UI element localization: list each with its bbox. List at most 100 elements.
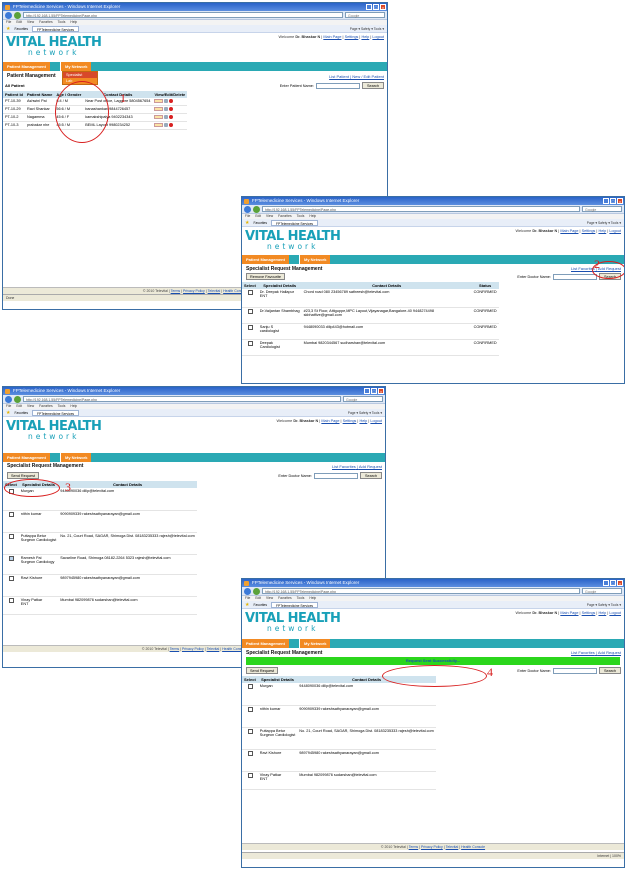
menu-file[interactable]: File bbox=[6, 404, 11, 409]
minimize-button[interactable]: _ bbox=[603, 580, 609, 586]
select-checkbox[interactable] bbox=[248, 340, 253, 346]
link-settings[interactable]: Settings bbox=[582, 611, 596, 615]
select-checkbox[interactable] bbox=[9, 597, 14, 603]
search-box[interactable]: Google bbox=[343, 396, 383, 402]
forward-button[interactable] bbox=[14, 11, 21, 19]
minimize-button[interactable]: _ bbox=[364, 388, 370, 394]
nav-patient-management[interactable]: Patient Management bbox=[3, 62, 50, 71]
browser-tab[interactable]: FPTelemedicine Services bbox=[32, 25, 80, 32]
select-checkbox[interactable] bbox=[248, 308, 253, 314]
link-settings[interactable]: Settings bbox=[582, 229, 596, 233]
favorites-star-icon[interactable]: ★ bbox=[245, 602, 249, 608]
minimize-button[interactable]: _ bbox=[603, 198, 609, 204]
search-box[interactable]: Google bbox=[582, 588, 622, 594]
forward-button[interactable] bbox=[253, 205, 260, 213]
maximize-button[interactable]: □ bbox=[610, 198, 616, 204]
search-box[interactable]: Google bbox=[345, 12, 385, 18]
link-main-page[interactable]: Main Page bbox=[323, 35, 341, 39]
menu-help[interactable]: Help bbox=[309, 596, 316, 601]
command-bar[interactable]: Page ▾ Safety ▾ Tools ▾ bbox=[348, 411, 382, 415]
nav-patient-management[interactable]: Patient Management bbox=[3, 453, 50, 462]
menu-edit[interactable]: Edit bbox=[16, 20, 22, 25]
browser-tab[interactable]: FPTelemedicine Services bbox=[271, 601, 319, 608]
favorites-label[interactable]: Favorites bbox=[14, 27, 28, 31]
address-bar[interactable]: http://192.168.1.55/FPTelemedicine/Page.… bbox=[262, 206, 580, 212]
link-main-page[interactable]: Main Page bbox=[321, 419, 339, 423]
select-checkbox[interactable] bbox=[248, 728, 253, 734]
menu-edit[interactable]: Edit bbox=[16, 404, 22, 409]
favorites-label[interactable]: Favorites bbox=[14, 411, 28, 415]
link-help[interactable]: Help bbox=[598, 229, 606, 233]
nav-my-network[interactable]: My Network bbox=[299, 255, 331, 264]
link-help[interactable]: Help bbox=[359, 419, 367, 423]
doctor-name-input[interactable] bbox=[552, 667, 597, 674]
menu-edit[interactable]: Edit bbox=[255, 596, 261, 601]
link-list-favorites[interactable]: List Favorites bbox=[332, 464, 356, 469]
menu-file[interactable]: File bbox=[6, 20, 11, 25]
address-bar[interactable]: http://192.168.1.55/FPTelemedicine/Page.… bbox=[23, 396, 341, 402]
link-add-request[interactable]: Add Request bbox=[359, 464, 382, 469]
search-box[interactable]: Google bbox=[582, 206, 622, 212]
link-help[interactable]: Help bbox=[598, 611, 606, 615]
select-checkbox[interactable] bbox=[9, 511, 14, 517]
favorites-star-icon[interactable]: ★ bbox=[245, 220, 249, 226]
favorites-star-icon[interactable]: ★ bbox=[6, 410, 10, 416]
search-button[interactable]: Search bbox=[359, 472, 382, 479]
favorites-label[interactable]: Favorites bbox=[253, 221, 267, 225]
send-request-button[interactable]: Send Request bbox=[246, 667, 279, 674]
menu-favorites[interactable]: Favorites bbox=[278, 596, 292, 601]
nav-patient-management[interactable]: Patient Management bbox=[242, 255, 289, 264]
menu-help[interactable]: Help bbox=[70, 20, 77, 25]
forward-button[interactable] bbox=[253, 587, 260, 595]
minimize-button[interactable]: _ bbox=[366, 4, 372, 10]
back-button[interactable] bbox=[5, 11, 12, 19]
menu-tools[interactable]: Tools bbox=[297, 214, 305, 219]
link-logout[interactable]: Logout bbox=[372, 35, 384, 39]
browser-tab[interactable]: FPTelemedicine Services bbox=[271, 219, 319, 226]
select-checkbox[interactable] bbox=[248, 290, 253, 295]
address-bar[interactable]: http://192.168.1.55/FPTelemedicine/Page.… bbox=[23, 12, 343, 18]
select-checkbox[interactable] bbox=[248, 324, 253, 330]
select-checkbox[interactable] bbox=[248, 772, 253, 778]
forward-button[interactable] bbox=[14, 395, 21, 403]
menu-view[interactable]: View bbox=[27, 20, 34, 25]
link-list-favorites[interactable]: List Favorites bbox=[571, 650, 595, 655]
menu-file[interactable]: File bbox=[245, 214, 250, 219]
maximize-button[interactable]: □ bbox=[610, 580, 616, 586]
nav-my-network[interactable]: My Network bbox=[60, 453, 92, 462]
close-button[interactable]: × bbox=[617, 580, 623, 586]
nav-patient-management[interactable]: Patient Management bbox=[242, 639, 289, 648]
maximize-button[interactable]: □ bbox=[371, 388, 377, 394]
back-button[interactable] bbox=[244, 205, 251, 213]
link-main-page[interactable]: Main Page bbox=[560, 611, 578, 615]
patient-name-input[interactable] bbox=[315, 82, 360, 89]
address-bar[interactable]: http://192.168.1.55/FPTelemedicine/Page.… bbox=[262, 588, 580, 594]
menu-tools[interactable]: Tools bbox=[58, 20, 66, 25]
menu-favorites[interactable]: Favorites bbox=[39, 404, 53, 409]
browser-tab[interactable]: FPTelemedicine Services bbox=[32, 409, 80, 416]
select-checkbox[interactable] bbox=[9, 533, 14, 539]
menu-help[interactable]: Help bbox=[70, 404, 77, 409]
link-settings[interactable]: Settings bbox=[345, 35, 359, 39]
menu-file[interactable]: File bbox=[245, 596, 250, 601]
patient-links[interactable]: List Patient | New / Edit Patient bbox=[329, 74, 384, 79]
menu-edit[interactable]: Edit bbox=[255, 214, 261, 219]
remove-favourite-button[interactable]: Remove Favourite bbox=[246, 273, 286, 280]
select-checkbox[interactable] bbox=[9, 575, 14, 581]
menu-view[interactable]: View bbox=[27, 404, 34, 409]
nav-my-network[interactable]: My Network bbox=[60, 62, 92, 71]
link-logout[interactable]: Logout bbox=[370, 419, 382, 423]
menu-tools[interactable]: Tools bbox=[297, 596, 305, 601]
doctor-name-input[interactable] bbox=[552, 273, 597, 280]
nav-my-network[interactable]: My Network bbox=[299, 639, 331, 648]
menu-view[interactable]: View bbox=[266, 596, 273, 601]
doctor-name-input[interactable] bbox=[313, 472, 358, 479]
menu-tools[interactable]: Tools bbox=[58, 404, 66, 409]
search-button[interactable]: Search bbox=[361, 82, 384, 89]
link-main-page[interactable]: Main Page bbox=[560, 229, 578, 233]
select-checkbox-checked[interactable] bbox=[9, 555, 14, 561]
back-button[interactable] bbox=[244, 587, 251, 595]
link-help[interactable]: Help bbox=[361, 35, 369, 39]
back-button[interactable] bbox=[5, 395, 12, 403]
select-checkbox[interactable] bbox=[248, 706, 253, 712]
